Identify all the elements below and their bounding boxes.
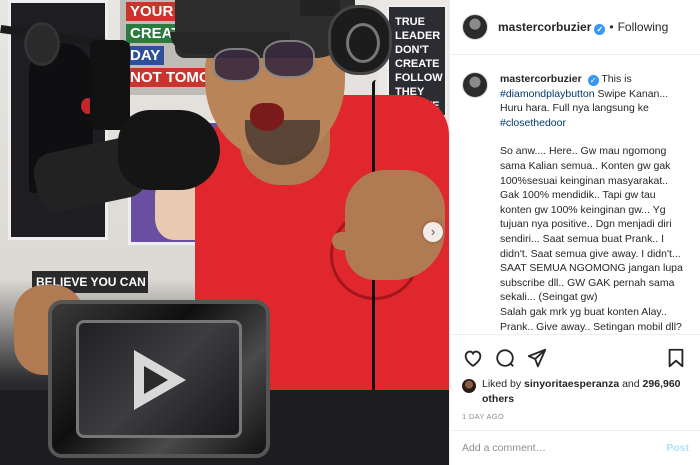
poster-word: CREATE [395, 58, 440, 70]
post-photo: YOUR FUTURE CREATED DAY NOT TOMORROW TRU… [0, 0, 449, 465]
caption-body-continued: Salah gak mrk yg buat konten Alay.. Pran… [500, 305, 682, 333]
verified-icon: ✓ [587, 75, 599, 86]
post-sidebar: mastercorbuzier ✓ • Following mastercorbu… [449, 0, 700, 465]
caption-area: mastercorbuzier ✓ This is #diamondplaybu… [450, 56, 700, 334]
likes-prefix: Liked by [482, 378, 522, 390]
likes-and: and [622, 378, 640, 390]
comment-input[interactable] [462, 442, 667, 454]
sunglasses-lens [213, 48, 261, 82]
pointing-finger [332, 232, 372, 250]
heart-icon[interactable] [462, 347, 486, 371]
bookmark-icon[interactable] [665, 347, 689, 371]
poster-word: DON'T [395, 44, 429, 56]
mic-arm-ring [24, 22, 60, 66]
microphone [118, 110, 220, 190]
sunglasses-lens [263, 40, 315, 78]
poster-line: DAY [126, 46, 165, 65]
headphone-cup [328, 5, 392, 75]
poster-word: LEADER [395, 30, 441, 42]
action-icons [450, 335, 700, 375]
following-button[interactable]: Following [618, 20, 669, 34]
poster-word: FOLLOW [395, 72, 443, 84]
headphone-band [300, 0, 340, 16]
caption-text: mastercorbuzier ✓ This is #diamondplaybu… [500, 72, 689, 334]
next-slide-button[interactable]: › [423, 222, 443, 242]
likes-text: Liked by sinyoritaesperanza and 296,960 … [482, 377, 689, 406]
post-comment-button[interactable]: Post [666, 442, 689, 454]
play-icon-inner [144, 366, 168, 394]
comment-icon[interactable] [494, 347, 518, 371]
hashtag-link[interactable]: #closethedoor [500, 117, 566, 129]
mic-mount [90, 40, 130, 130]
mouth [250, 103, 284, 131]
liker-username[interactable]: sinyoritaesperanza [524, 378, 619, 390]
avatar[interactable] [462, 14, 488, 40]
caption-avatar[interactable] [462, 72, 488, 98]
caption-row: mastercorbuzier ✓ This is #diamondplaybu… [462, 72, 689, 334]
poster-word: TRUE [395, 16, 425, 28]
comment-box: Post [450, 430, 700, 465]
verified-icon: ✓ [594, 23, 606, 35]
post-actions: Liked by sinyoritaesperanza and 296,960 … [450, 334, 700, 464]
separator-dot: • [609, 20, 614, 34]
post-timestamp[interactable]: 1 DAY AGO [450, 412, 700, 421]
post-header: mastercorbuzier ✓ • Following [450, 0, 700, 55]
header-username[interactable]: mastercorbuzier [498, 20, 591, 34]
caption-intro: This is [601, 73, 632, 85]
caption-username[interactable]: mastercorbuzier [500, 73, 582, 85]
likes-row: Liked by sinyoritaesperanza and 296,960 … [450, 377, 700, 406]
liker-avatar[interactable] [462, 379, 476, 393]
share-icon[interactable] [526, 347, 550, 371]
caption-body: So anw.... Here.. Gw mau ngomong sama Ka… [500, 145, 683, 304]
hashtag-link[interactable]: #diamondplaybutton [500, 88, 595, 100]
header-username-group: mastercorbuzier ✓ [498, 20, 606, 35]
